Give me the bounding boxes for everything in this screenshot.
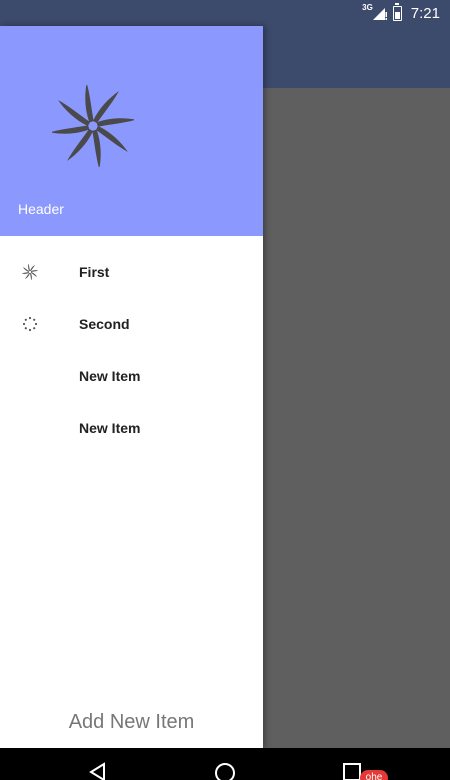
navigation-drawer: Header First Second New Item New Item Ad… [0,26,263,748]
menu-item-label: New Item [79,368,141,384]
battery-icon [392,2,402,21]
add-new-item-button[interactable]: Add New Item [0,711,263,734]
menu-item-new-item-2[interactable]: New Item [0,402,263,454]
pinwheel-icon [22,264,38,280]
menu-item-label: New Item [79,420,141,436]
notification-badge: ohe [360,770,388,780]
recents-icon[interactable] [342,762,362,780]
menu-item-label: Second [79,316,130,332]
drawer-header-title: Header [18,201,64,217]
home-icon[interactable] [214,762,236,780]
signal-icon [372,8,387,20]
status-bar: 3G 7:21 [0,0,450,26]
pinwheel-logo-icon [52,85,134,167]
loading-dots-icon [22,316,38,332]
network-type-label: 3G [362,2,373,12]
back-icon[interactable] [88,762,108,780]
menu-item-first[interactable]: First [0,246,263,298]
status-icons: 3G 7:21 [362,0,440,26]
menu-item-second[interactable]: Second [0,298,263,350]
system-nav-bar: ohe [0,748,450,780]
drawer-menu: First Second New Item New Item [0,236,263,454]
menu-item-label: First [79,264,110,280]
menu-item-new-item-1[interactable]: New Item [0,350,263,402]
drawer-header: Header [0,26,263,236]
clock: 7:21 [410,4,440,22]
